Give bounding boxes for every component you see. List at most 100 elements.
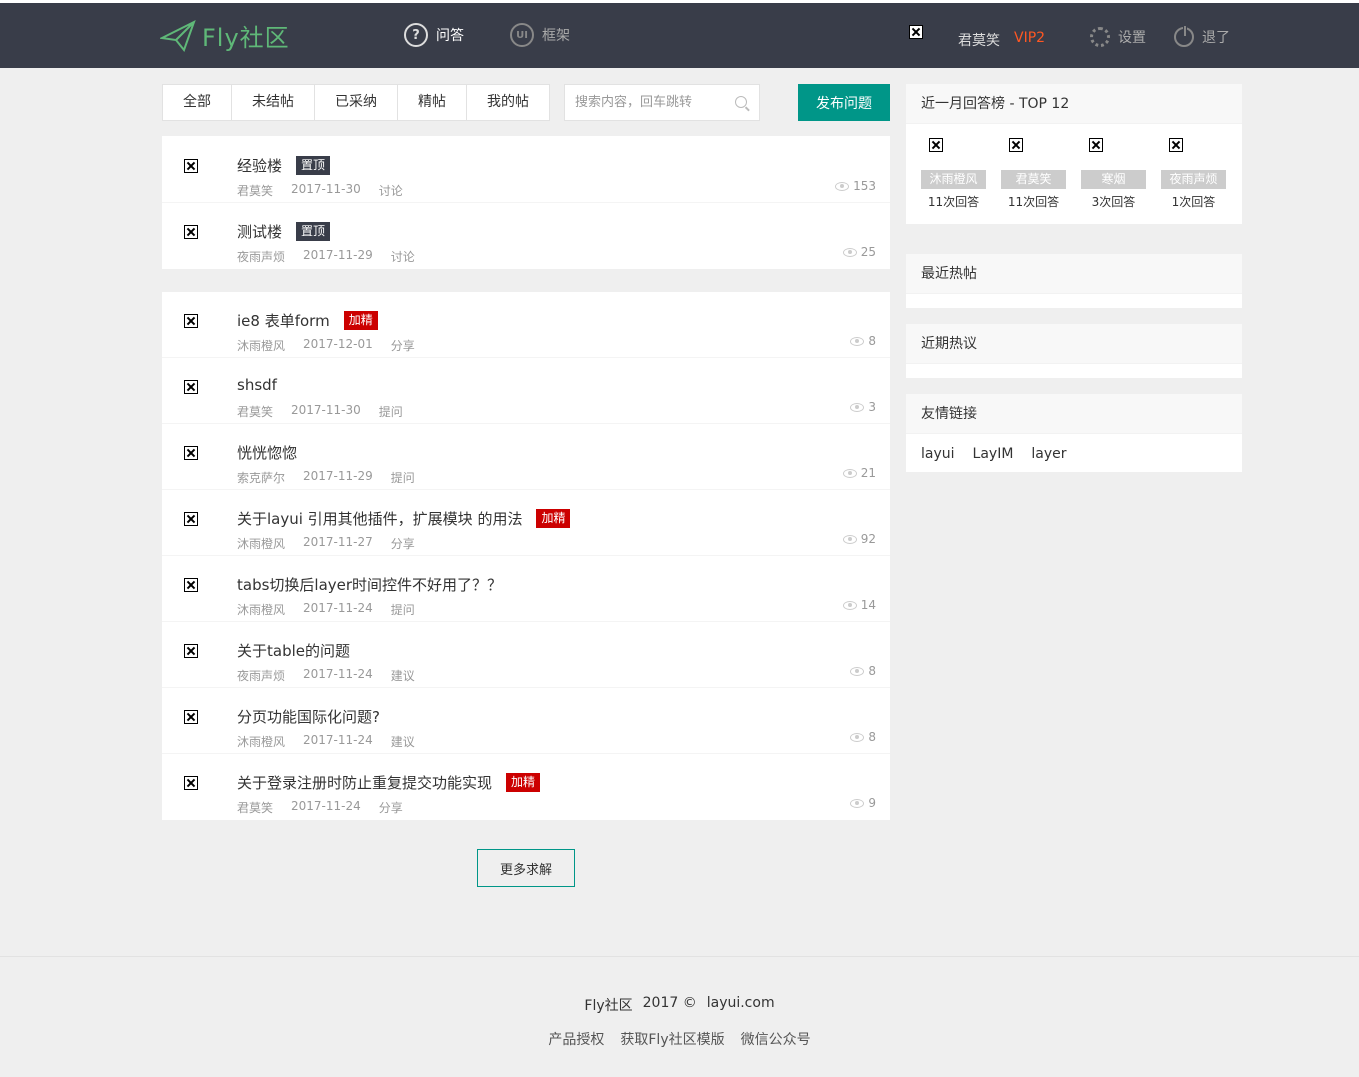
view-count-value: 8 [868, 730, 876, 744]
post-title[interactable]: 测试楼 [237, 221, 282, 242]
author-avatar[interactable] [184, 314, 198, 328]
author-avatar[interactable] [184, 380, 198, 394]
author-avatar[interactable] [184, 446, 198, 460]
friend-link[interactable]: layui [921, 446, 955, 462]
list-item[interactable]: 关于layui 引用其他插件，扩展模块 的用法 加精 沐雨橙风 2017-11-27 分… [162, 490, 890, 556]
search-box [564, 84, 760, 121]
list-item[interactable]: 分页功能国际化问题? 沐雨橙风 2017-11-24 建议 8 [162, 688, 890, 754]
answerer-card[interactable]: 君莫笑 11次回答 [1001, 138, 1066, 210]
post-title[interactable]: 关于登录注册时防止重复提交功能实现 [237, 772, 492, 793]
author-avatar[interactable] [184, 578, 198, 592]
filter-tabs: 全部 未结帖 已采纳 精帖 我的帖 [162, 84, 550, 121]
nav-framework-label: 框架 [542, 28, 570, 44]
author-avatar[interactable] [184, 512, 198, 526]
search-icon[interactable] [735, 96, 747, 108]
post-title[interactable]: 恍恍惚惚 [237, 442, 297, 463]
post-title[interactable]: 经验楼 [237, 155, 282, 176]
post-author[interactable]: 沐雨橙风 [237, 601, 285, 618]
publish-button[interactable]: 发布问题 [798, 84, 890, 121]
post-title[interactable]: ie8 表单form [237, 310, 330, 331]
post-title[interactable]: tabs切换后layer时间控件不好用了？？ [237, 574, 502, 595]
top-header: Fly社区 ? 问答 UI 框架 君莫笑 VIP2 设置 退了 [0, 0, 1359, 68]
post-author[interactable]: 索克萨尔 [237, 469, 285, 486]
view-count-value: 8 [868, 334, 876, 348]
post-title[interactable]: 关于table的问题 [237, 640, 350, 661]
post-author[interactable]: 沐雨橙风 [237, 733, 285, 750]
post-author[interactable]: 夜雨声烦 [237, 667, 285, 684]
post-author[interactable]: 君莫笑 [237, 799, 273, 816]
post-category: 提问 [390, 471, 415, 485]
nav-framework[interactable]: UI 框架 [510, 23, 570, 47]
search-input[interactable] [565, 85, 725, 120]
logout-link[interactable]: 退了 [1174, 25, 1230, 47]
answerer-name[interactable]: 君莫笑 [1001, 170, 1066, 189]
footer-site[interactable]: layui.com [707, 995, 775, 1015]
view-count: 21 [842, 466, 876, 480]
tab-accepted[interactable]: 已采纳 [315, 85, 398, 120]
eye-icon [835, 181, 850, 191]
post-title[interactable]: 关于layui 引用其他插件，扩展模块 的用法 [237, 508, 522, 529]
list-item[interactable]: ie8 表单form 加精 沐雨橙风 2017-12-01 分享 8 [162, 292, 890, 358]
answerer-avatar[interactable] [1009, 138, 1023, 152]
nav-qa-label: 问答 [436, 28, 464, 44]
tab-unresolved[interactable]: 未结帖 [232, 85, 315, 120]
friend-link[interactable]: layer [1031, 446, 1066, 462]
nav-qa[interactable]: ? 问答 [404, 23, 464, 47]
eye-icon [842, 600, 857, 610]
post-author[interactable]: 夜雨声烦 [237, 248, 285, 265]
view-count: 92 [842, 532, 876, 546]
post-author[interactable]: 沐雨橙风 [237, 337, 285, 354]
user-avatar[interactable] [909, 25, 923, 39]
eye-icon [850, 336, 865, 346]
tab-mine[interactable]: 我的帖 [467, 85, 549, 120]
post-author[interactable]: 君莫笑 [237, 403, 273, 420]
post-date: 2017-11-24 [291, 799, 361, 813]
answerer-avatar[interactable] [1089, 138, 1103, 152]
post-author[interactable]: 沐雨橙风 [237, 535, 285, 552]
answerer-avatar[interactable] [1169, 138, 1183, 152]
post-title[interactable]: 分页功能国际化问题? [237, 706, 380, 727]
answerer-name[interactable]: 寒烟 [1081, 170, 1146, 189]
list-item[interactable]: shsdf 君莫笑 2017-11-30 提问 3 [162, 358, 890, 424]
answerer-name[interactable]: 沐雨橙风 [921, 170, 986, 189]
answerer-card[interactable]: 寒烟 3次回答 [1081, 138, 1146, 210]
user-name[interactable]: 君莫笑 [958, 30, 1000, 50]
answerer-card[interactable]: 沐雨橙风 11次回答 [921, 138, 986, 210]
author-avatar[interactable] [184, 776, 198, 790]
tab-featured[interactable]: 精帖 [398, 85, 467, 120]
list-item[interactable]: tabs切换后layer时间控件不好用了？？ 沐雨橙风 2017-11-24 提问 14 [162, 556, 890, 622]
tab-all[interactable]: 全部 [163, 85, 232, 120]
logo[interactable]: Fly社区 [160, 18, 290, 53]
view-count-value: 3 [868, 400, 876, 414]
post-date: 2017-11-30 [291, 182, 361, 196]
post-title[interactable]: shsdf [237, 376, 277, 394]
eye-icon [850, 798, 865, 808]
author-avatar[interactable] [184, 710, 198, 724]
list-item[interactable]: 关于登录注册时防止重复提交功能实现 加精 君莫笑 2017-11-24 分享 9 [162, 754, 890, 820]
author-avatar[interactable] [184, 159, 198, 173]
author-avatar[interactable] [184, 225, 198, 239]
list-item[interactable]: 恍恍惚惚 索克萨尔 2017-11-29 提问 21 [162, 424, 890, 490]
view-count-value: 14 [860, 598, 876, 612]
author-avatar[interactable] [184, 644, 198, 658]
footer-link[interactable]: 获取Fly社区模版 [620, 1029, 724, 1049]
answerer-name[interactable]: 夜雨声烦 [1161, 170, 1226, 189]
friend-link[interactable]: LayIM [973, 446, 1014, 462]
footer-brand[interactable]: Fly社区 [584, 995, 632, 1015]
answerer-avatar[interactable] [929, 138, 943, 152]
list-item[interactable]: 经验楼 置顶 君莫笑 2017-11-30 讨论 153 [162, 137, 890, 203]
answerer-card[interactable]: 夜雨声烦 1次回答 [1161, 138, 1226, 210]
settings-link[interactable]: 设置 [1090, 27, 1146, 47]
answerer-count: 1次回答 [1171, 195, 1216, 209]
list-item[interactable]: 关于table的问题 夜雨声烦 2017-11-24 建议 8 [162, 622, 890, 688]
eye-icon [842, 247, 857, 257]
hot-discuss-panel: 近期热议 [906, 324, 1242, 378]
post-date: 2017-11-27 [303, 535, 373, 549]
footer-link[interactable]: 产品授权 [548, 1029, 604, 1049]
post-author[interactable]: 君莫笑 [237, 182, 273, 199]
eye-icon [842, 468, 857, 478]
footer-link[interactable]: 微信公众号 [741, 1029, 811, 1049]
question-icon: ? [404, 23, 428, 47]
list-item[interactable]: 测试楼 置顶 夜雨声烦 2017-11-29 讨论 25 [162, 203, 890, 269]
more-button[interactable]: 更多求解 [477, 849, 575, 887]
